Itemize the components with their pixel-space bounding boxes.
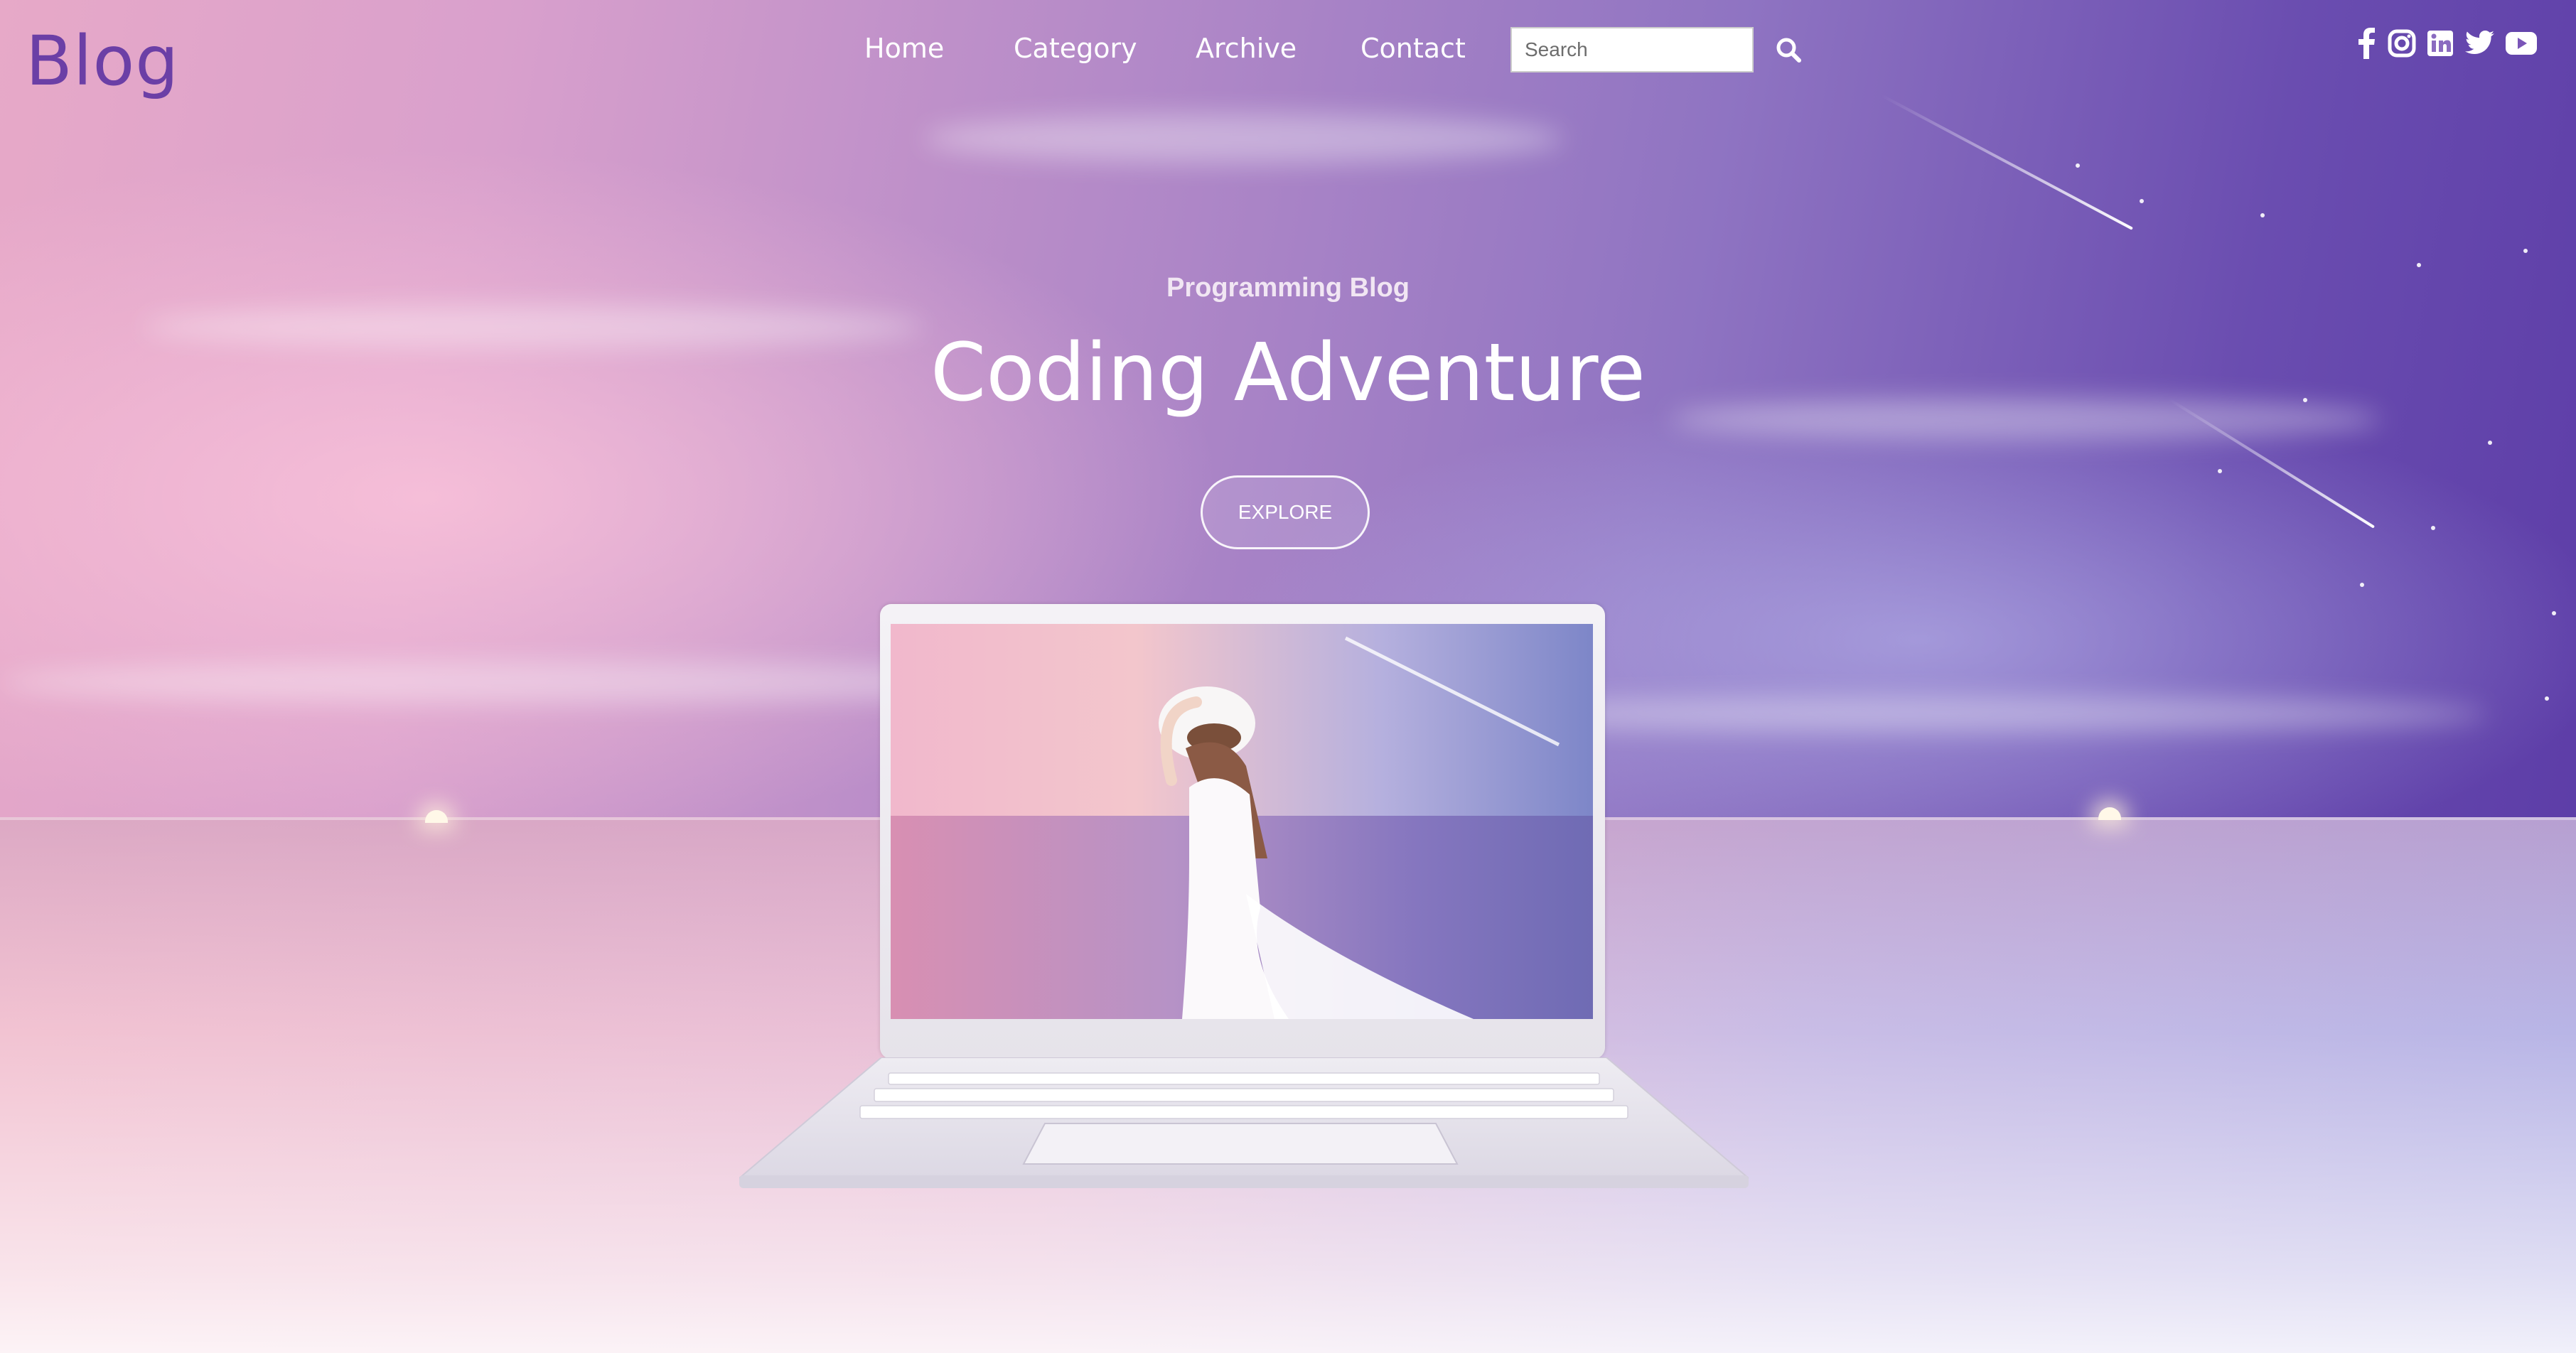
star: [2260, 213, 2265, 217]
laptop-base: [739, 1057, 1749, 1188]
linkedin-link[interactable]: [2422, 26, 2458, 61]
site-logo[interactable]: Blog: [26, 21, 179, 101]
laptop-screen: [891, 624, 1593, 1019]
nav-contact[interactable]: Contact: [1361, 33, 1466, 64]
search-icon: [1776, 38, 1801, 63]
star: [2545, 696, 2549, 701]
youtube-icon: [2506, 32, 2537, 55]
cloud: [924, 114, 1564, 163]
instagram-icon: [2388, 29, 2416, 58]
star: [2360, 583, 2364, 587]
linkedin-icon: [2427, 31, 2453, 56]
twitter-link[interactable]: [2462, 26, 2498, 61]
star: [2076, 163, 2080, 168]
twitter-icon: [2465, 31, 2494, 54]
search-input[interactable]: [1510, 27, 1754, 72]
woman-figure: [1159, 636, 1560, 1019]
star: [2431, 526, 2435, 530]
star: [2218, 469, 2222, 473]
youtube-link[interactable]: [2503, 26, 2539, 61]
star: [2140, 199, 2144, 203]
star: [2523, 249, 2528, 253]
facebook-link[interactable]: [2349, 26, 2384, 61]
facebook-icon: [2358, 28, 2375, 59]
nav-home[interactable]: Home: [864, 33, 944, 64]
star: [2417, 263, 2421, 267]
explore-button[interactable]: EXPLORE: [1201, 475, 1370, 549]
hero-title: Coding Adventure: [930, 327, 1646, 419]
hero-kicker: Programming Blog: [1166, 273, 1410, 303]
search-button[interactable]: [1774, 36, 1803, 64]
star: [2552, 611, 2556, 615]
instagram-link[interactable]: [2384, 26, 2420, 61]
nav-archive[interactable]: Archive: [1196, 33, 1297, 64]
nav-category[interactable]: Category: [1014, 33, 1137, 64]
star: [2488, 441, 2492, 445]
